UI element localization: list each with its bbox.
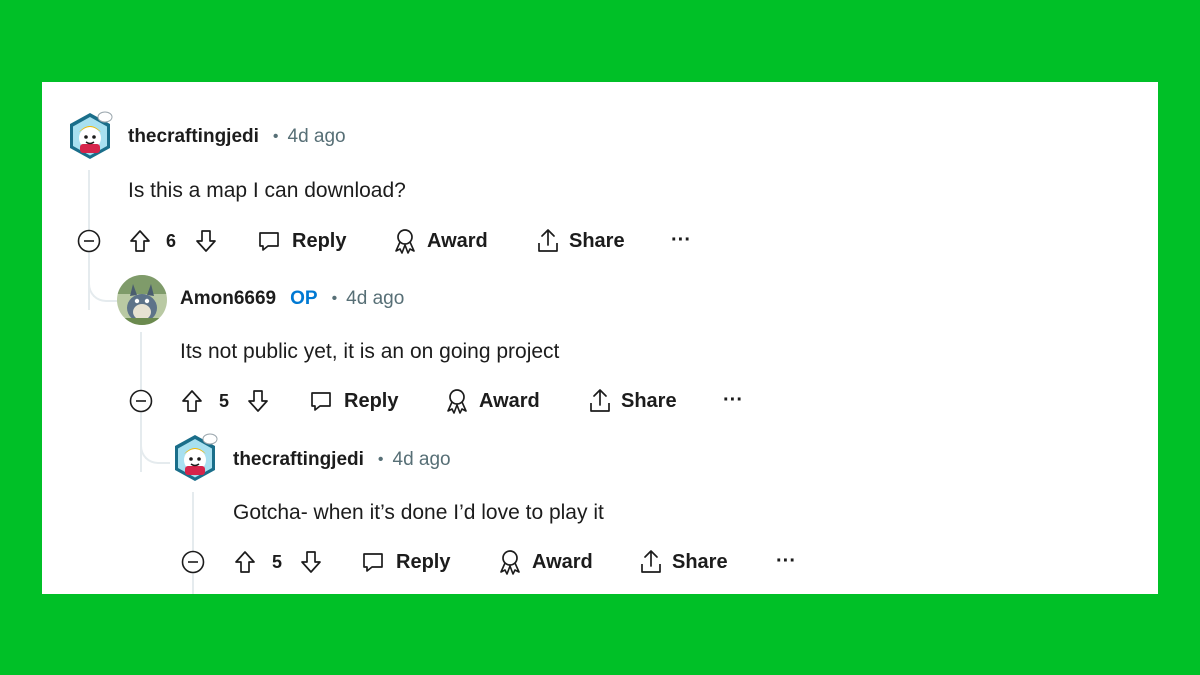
collapse-icon[interactable] (128, 388, 154, 414)
thread-line (192, 492, 194, 594)
more-options-icon[interactable]: ··· (723, 389, 743, 412)
upvote-icon[interactable] (233, 547, 257, 577)
downvote-icon[interactable] (194, 226, 218, 256)
meta-separator: • (331, 290, 338, 307)
share-icon (641, 550, 661, 573)
username[interactable]: thecraftingjedi (128, 126, 259, 148)
username[interactable]: Amon6669 (180, 288, 276, 310)
downvote-icon[interactable] (246, 386, 270, 416)
award-icon (395, 229, 415, 254)
reply-icon (311, 392, 331, 411)
op-badge: OP (290, 288, 318, 309)
share-label: Share (569, 229, 625, 252)
comment-meta: thecraftingjedi • 4d ago (128, 126, 346, 148)
thread-connector (88, 280, 118, 302)
nature-avatar-icon[interactable] (116, 274, 168, 326)
comment-body: Gotcha- when it’s done I’d love to play … (233, 501, 604, 524)
more-options-icon[interactable]: ··· (776, 550, 796, 573)
vote-count: 5 (219, 390, 230, 411)
award-icon (500, 550, 520, 575)
share-button[interactable]: Share (638, 547, 728, 577)
award-label: Award (479, 389, 540, 412)
share-button[interactable]: Share (535, 226, 625, 256)
collapse-icon[interactable] (180, 549, 206, 575)
timestamp[interactable]: 4d ago (393, 449, 451, 471)
jedi-avatar-icon[interactable] (170, 430, 220, 486)
collapse-icon[interactable] (76, 228, 102, 254)
share-button[interactable]: Share (587, 386, 677, 416)
comment-body: Its not public yet, it is an on going pr… (180, 340, 560, 363)
share-label: Share (672, 550, 728, 573)
comment-meta: thecraftingjedi • 4d ago (233, 449, 451, 471)
upvote-icon[interactable] (128, 226, 152, 256)
reply-label: Reply (292, 229, 347, 252)
reply-button[interactable]: Reply (308, 386, 398, 416)
award-label: Award (427, 229, 488, 252)
reply-label: Reply (344, 389, 399, 412)
comment-body: Is this a map I can download? (128, 179, 406, 202)
reply-label: Reply (396, 550, 451, 573)
timestamp[interactable]: 4d ago (346, 288, 404, 310)
reply-icon (259, 232, 279, 251)
share-icon (538, 229, 558, 252)
thread-connector (140, 442, 170, 464)
jedi-avatar-icon[interactable] (65, 108, 115, 164)
reply-icon (363, 553, 383, 572)
share-icon (590, 389, 610, 412)
award-button[interactable]: Award (443, 386, 540, 416)
vote-count: 6 (166, 230, 177, 251)
share-label: Share (621, 389, 677, 412)
reply-button[interactable]: Reply (256, 226, 346, 256)
meta-separator: • (377, 451, 384, 468)
award-icon (447, 389, 467, 414)
award-label: Award (532, 550, 593, 573)
more-options-icon[interactable]: ··· (671, 229, 691, 252)
downvote-icon[interactable] (299, 547, 323, 577)
award-button[interactable]: Award (496, 547, 593, 577)
award-button[interactable]: Award (391, 226, 488, 256)
comment-meta: Amon6669 OP • 4d ago (180, 288, 404, 310)
reply-button[interactable]: Reply (360, 547, 450, 577)
username[interactable]: thecraftingjedi (233, 449, 364, 471)
vote-count: 5 (272, 551, 283, 572)
comment-thread-card: thecraftingjedi • 4d ago Is this a map I… (42, 82, 1158, 594)
meta-separator: • (272, 128, 279, 145)
upvote-icon[interactable] (180, 386, 204, 416)
timestamp[interactable]: 4d ago (288, 126, 346, 148)
